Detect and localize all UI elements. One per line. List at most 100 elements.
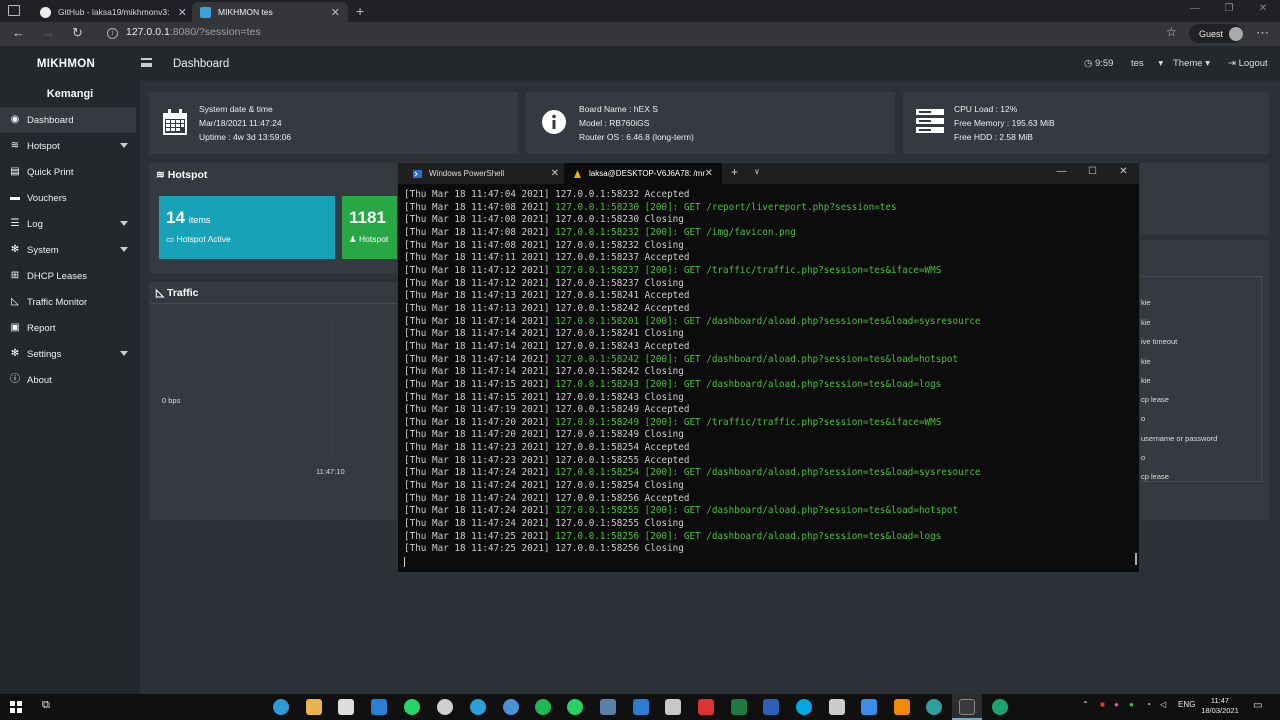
new-terminal-tab-icon[interactable]: +	[731, 165, 738, 179]
browser-icon[interactable]	[503, 699, 519, 715]
log-row: kie	[1141, 376, 1151, 385]
app-icon[interactable]	[600, 699, 616, 715]
theme-dropdown[interactable]: Theme ▾	[1173, 58, 1210, 69]
close-tab-icon[interactable]: ✕	[705, 168, 713, 179]
maximize-icon[interactable]: ☐	[1077, 163, 1108, 184]
task-view-icon[interactable]: ⧉	[42, 699, 50, 712]
forward-icon[interactable]: →	[42, 25, 55, 40]
terminal-line: [Thu Mar 18 11:47:25 2021] 127.0.0.1:582…	[404, 543, 981, 556]
session-dropdown[interactable]: tes ▾	[1131, 58, 1163, 69]
taskbar-clock[interactable]: 11:47 18/03/2021	[1198, 696, 1242, 716]
sidebar-item-about[interactable]: ⓘ About	[0, 367, 140, 393]
terminal-line: [Thu Mar 18 11:47:08 2021] 127.0.0.1:582…	[404, 240, 981, 253]
hotspot-users-card[interactable]: 1181 ♟ Hotspot	[342, 196, 398, 259]
terminal-line: [Thu Mar 18 11:47:04 2021] 127.0.0.1:582…	[404, 189, 981, 202]
profile-button[interactable]: Guest	[1189, 24, 1243, 43]
hotspot-active-card[interactable]: 14 items ▭ Hotspot Active	[159, 196, 335, 259]
logout-button[interactable]: ⇥ Logout	[1228, 58, 1268, 69]
calculator-icon[interactable]	[829, 699, 845, 715]
whatsapp-icon[interactable]	[567, 699, 583, 715]
sidebar-item-dashboard[interactable]: ◉ Dashboard	[0, 107, 136, 133]
close-tab-icon[interactable]: ✕	[178, 6, 187, 19]
terminal-message: 127.0.0.1:58255 [200]: GET /dashboard/al…	[549, 505, 959, 517]
sidebar-item-label: Vouchers	[27, 192, 67, 204]
vlc-icon[interactable]	[894, 699, 910, 715]
terminal-message: 127.0.0.1:58237 Accepted	[549, 252, 690, 264]
volume-icon[interactable]: ◁	[1160, 700, 1166, 709]
hotspot-active-count: 14	[166, 208, 185, 227]
sidebar-item-log[interactable]: ☰ Log	[0, 211, 140, 237]
close-tab-icon[interactable]: ✕	[331, 6, 340, 19]
skype-icon[interactable]	[796, 699, 812, 715]
vscode-icon[interactable]	[633, 699, 649, 715]
sidebar-item-quick-print[interactable]: ▤ Quick Print	[0, 159, 140, 185]
terminal-tab-title: Windows PowerShell	[429, 169, 505, 178]
sidebar-item-report[interactable]: ▣ Report	[0, 315, 140, 341]
close-icon[interactable]: ✕	[1108, 163, 1139, 184]
maximize-icon[interactable]: ❐	[1212, 0, 1246, 22]
terminal-window[interactable]: Windows PowerShell ✕ laksa@DESKTOP-V6J6A…	[397, 162, 1140, 573]
word-icon[interactable]	[763, 699, 779, 715]
log-row: kie	[1141, 357, 1151, 366]
close-tab-icon[interactable]: ✕	[551, 168, 559, 179]
sidebar: Kemangi ◉ Dashboard ≋ Hotspot ▤ Quick Print…	[0, 81, 140, 694]
more-menu-icon[interactable]: ⋯	[1256, 25, 1269, 41]
new-tab-icon[interactable]: +	[356, 3, 364, 19]
sidebar-item-settings[interactable]: ✻ Settings	[0, 341, 140, 367]
excel-icon[interactable]	[731, 699, 747, 715]
site-info-icon[interactable]: i	[107, 28, 118, 39]
url-field[interactable]: 127.0.0.1:8080/?session=tes	[126, 26, 261, 38]
minimize-icon[interactable]: —	[1178, 0, 1212, 22]
tray-app-icon[interactable]: ●	[1114, 700, 1119, 709]
chevron-down-icon[interactable]: ∨	[754, 167, 760, 176]
chevron-up-icon[interactable]: ⌃	[1082, 700, 1089, 709]
terminal-line: [Thu Mar 18 11:47:14 2021] 127.0.0.1:582…	[404, 354, 981, 367]
pdf-reader-icon[interactable]	[698, 699, 714, 715]
store-icon[interactable]	[338, 699, 354, 715]
sidebar-item-system[interactable]: ✻ System	[0, 237, 140, 263]
terminal-line: [Thu Mar 18 11:47:23 2021] 127.0.0.1:582…	[404, 442, 981, 455]
terminal-timestamp: [Thu Mar 18 11:47:23 2021]	[404, 442, 550, 454]
reload-icon[interactable]: ↻	[72, 25, 83, 41]
app-icon[interactable]	[665, 699, 681, 715]
app-icon[interactable]	[861, 699, 877, 715]
whatsapp-icon[interactable]	[404, 699, 420, 715]
close-icon[interactable]: ✕	[1246, 0, 1280, 22]
sidebar-item-traffic-monitor[interactable]: ◺ Traffic Monitor	[0, 289, 140, 315]
terminal-scrollbar[interactable]	[1135, 553, 1137, 565]
browser-tab-mikhmon[interactable]: MIKHMON tes ✕	[192, 2, 348, 22]
terminal-timestamp: [Thu Mar 18 11:47:20 2021]	[404, 416, 550, 428]
browser-tab-github[interactable]: GitHub - laksa19/mikhmonv3: M ✕	[32, 2, 195, 22]
file-explorer-icon[interactable]	[306, 699, 322, 715]
windows-start-icon[interactable]	[10, 701, 22, 713]
terminal-output[interactable]: [Thu Mar 18 11:47:04 2021] 127.0.0.1:582…	[404, 189, 981, 569]
board-info-box: Board Name : hEX S Model : RB760iGS Rout…	[526, 92, 895, 154]
back-icon[interactable]: ←	[12, 25, 25, 40]
favorites-icon[interactable]: ☆	[1166, 25, 1177, 39]
terminal-line: [Thu Mar 18 11:47:08 2021] 127.0.0.1:582…	[404, 227, 981, 240]
app-icon[interactable]	[437, 699, 453, 715]
language-indicator[interactable]: ENG	[1178, 700, 1195, 709]
sidebar-item-dhcp-leases[interactable]: ⊞ DHCP Leases	[0, 263, 140, 289]
tray-app-icon[interactable]: ■	[1100, 700, 1105, 709]
edge-dev-icon[interactable]	[992, 699, 1008, 715]
edge-icon[interactable]	[926, 699, 942, 715]
edge-icon[interactable]	[273, 699, 289, 715]
brand-logo[interactable]: MIKHMON	[0, 46, 132, 81]
sidebar-item-hotspot[interactable]: ≋ Hotspot	[0, 133, 140, 159]
sidebar-item-vouchers[interactable]: ▬ Vouchers	[0, 185, 140, 211]
minimize-icon[interactable]: —	[1046, 163, 1077, 184]
mail-icon[interactable]	[371, 699, 387, 715]
hamburger-menu-icon[interactable]	[141, 58, 152, 67]
network-icon[interactable]: ◔	[1146, 700, 1151, 709]
spotify-icon[interactable]	[535, 699, 551, 715]
terminal-tab-powershell[interactable]: Windows PowerShell ✕	[404, 163, 568, 184]
terminal-icon[interactable]	[959, 699, 975, 715]
tray-app-icon[interactable]: ●	[1129, 700, 1134, 709]
terminal-tab-ubuntu[interactable]: laksa@DESKTOP-V6J6A78: /mnt ✕	[564, 163, 722, 184]
window-menu-icon[interactable]	[8, 5, 20, 16]
telegram-icon[interactable]	[470, 699, 486, 715]
notification-icon[interactable]: ▭	[1253, 700, 1262, 711]
terminal-timestamp: [Thu Mar 18 11:47:24 2021]	[404, 480, 550, 492]
terminal-timestamp: [Thu Mar 18 11:47:13 2021]	[404, 290, 550, 302]
